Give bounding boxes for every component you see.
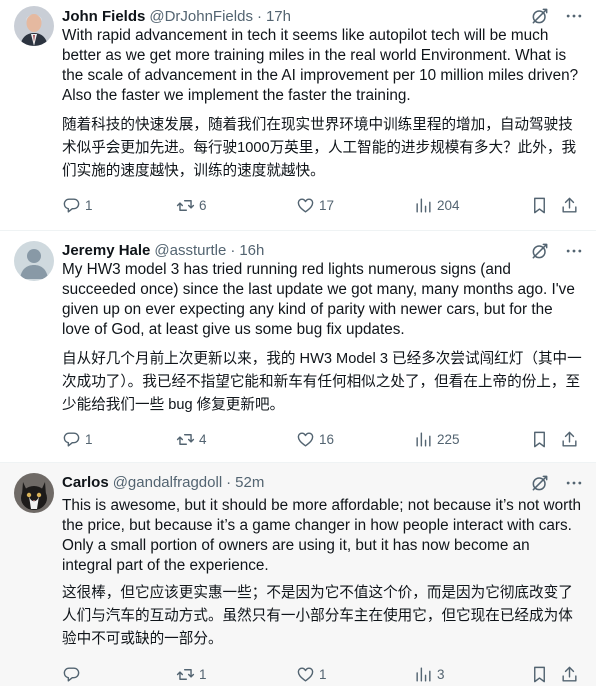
views-button[interactable]: 3: [414, 662, 445, 686]
tweet-text: This is awesome, but it should be more a…: [62, 497, 581, 574]
retweet-button[interactable]: 4: [176, 427, 207, 451]
action-bar: 1 6 17 204: [62, 193, 584, 217]
share-icon: [562, 666, 577, 682]
retweet-count: 6: [199, 197, 207, 213]
like-button[interactable]: 17: [296, 193, 334, 217]
views-button[interactable]: 204: [414, 193, 460, 217]
more-options-icon[interactable]: [564, 6, 584, 26]
retweet-button[interactable]: 1: [176, 662, 207, 686]
retweet-icon: [176, 668, 195, 680]
tweet-translation: 这很棒，但它应该更实惠一些；不是因为它不值这个价，而是因为它彻底改变了人们与汽车…: [62, 585, 573, 647]
more-options-icon[interactable]: [564, 473, 584, 493]
share-button[interactable]: [560, 662, 579, 686]
reply-button[interactable]: [62, 662, 85, 686]
bookmark-icon: [534, 666, 545, 682]
views-count: 225: [437, 431, 460, 447]
reply-button[interactable]: 1: [62, 193, 93, 217]
share-icon: [562, 431, 577, 447]
heart-icon: [297, 431, 314, 447]
retweet-icon: [176, 433, 195, 445]
like-count: 17: [319, 197, 335, 213]
like-button[interactable]: 16: [296, 427, 334, 451]
share-icon: [562, 197, 577, 213]
views-button[interactable]: 225: [414, 427, 460, 451]
man-in-suit-portrait-icon: [14, 6, 54, 46]
grok-icon[interactable]: [530, 6, 550, 26]
views-count: 204: [437, 197, 460, 213]
bookmark-icon: [534, 431, 545, 447]
tweet[interactable]: Carlos @gandalfragdoll · 52m This is awe…: [0, 463, 596, 686]
bookmark-icon: [534, 197, 545, 213]
default-person-avatar-icon: [14, 241, 54, 281]
action-bar: 1 1 3: [62, 662, 584, 686]
author-handle[interactable]: @assturtle: [154, 242, 226, 259]
separator-dot: ·: [256, 7, 262, 25]
author-handle[interactable]: @DrJohnFields: [149, 8, 253, 25]
timestamp[interactable]: 52m: [235, 474, 264, 491]
author-name[interactable]: John Fields: [62, 8, 145, 25]
tweet-text: With rapid advancement in tech it seems …: [62, 27, 579, 104]
reply-icon: [63, 666, 80, 682]
views-chart-icon: [416, 431, 431, 447]
tweet-translation: 自从好几个月前上次更新以来，我的 HW3 Model 3 已经多次尝试闯红灯（其…: [62, 351, 582, 413]
heart-icon: [297, 666, 314, 682]
author-name[interactable]: Jeremy Hale: [62, 242, 150, 259]
share-button[interactable]: [560, 193, 579, 217]
reply-button[interactable]: 1: [62, 427, 93, 451]
bookmark-button[interactable]: [530, 662, 549, 686]
avatar[interactable]: [14, 473, 54, 513]
reply-icon: [63, 431, 80, 447]
bookmark-button[interactable]: [530, 193, 549, 217]
tweet[interactable]: Jeremy Hale @assturtle · 16h My HW3 mode…: [0, 231, 596, 463]
reply-count: 1: [85, 431, 93, 447]
share-button[interactable]: [560, 427, 579, 451]
like-count: 16: [319, 431, 335, 447]
views-chart-icon: [416, 666, 431, 682]
like-count: 1: [319, 666, 327, 682]
action-bar: 1 4 16 225: [62, 427, 584, 451]
author-name[interactable]: Carlos: [62, 474, 109, 491]
retweet-count: 1: [199, 666, 207, 682]
grok-icon[interactable]: [530, 473, 550, 493]
author-handle[interactable]: @gandalfragdoll: [113, 474, 222, 491]
tweet-text: My HW3 model 3 has tried running red lig…: [62, 261, 575, 338]
timestamp[interactable]: 16h: [239, 242, 264, 259]
grok-icon[interactable]: [530, 241, 550, 261]
retweet-icon: [176, 199, 195, 211]
timestamp[interactable]: 17h: [266, 8, 291, 25]
avatar[interactable]: [14, 241, 54, 281]
separator-dot: ·: [226, 473, 232, 491]
retweet-count: 4: [199, 431, 207, 447]
views-chart-icon: [416, 197, 431, 213]
views-count: 3: [437, 666, 445, 682]
separator-dot: ·: [230, 241, 236, 259]
like-button[interactable]: 1: [296, 662, 327, 686]
heart-icon: [297, 197, 314, 213]
bookmark-button[interactable]: [530, 427, 549, 451]
reply-icon: [63, 197, 80, 213]
tweet[interactable]: John Fields @DrJohnFields · 17h With rap…: [0, 0, 596, 231]
cat-photo-icon: [14, 473, 54, 513]
reply-count: 1: [85, 197, 93, 213]
tweet-translation: 随着科技的快速发展，随着我们在现实世界环境中训练里程的增加，自动驾驶技术似乎会更…: [62, 117, 577, 179]
avatar[interactable]: [14, 6, 54, 46]
more-options-icon[interactable]: [564, 241, 584, 261]
retweet-button[interactable]: 6: [176, 193, 207, 217]
